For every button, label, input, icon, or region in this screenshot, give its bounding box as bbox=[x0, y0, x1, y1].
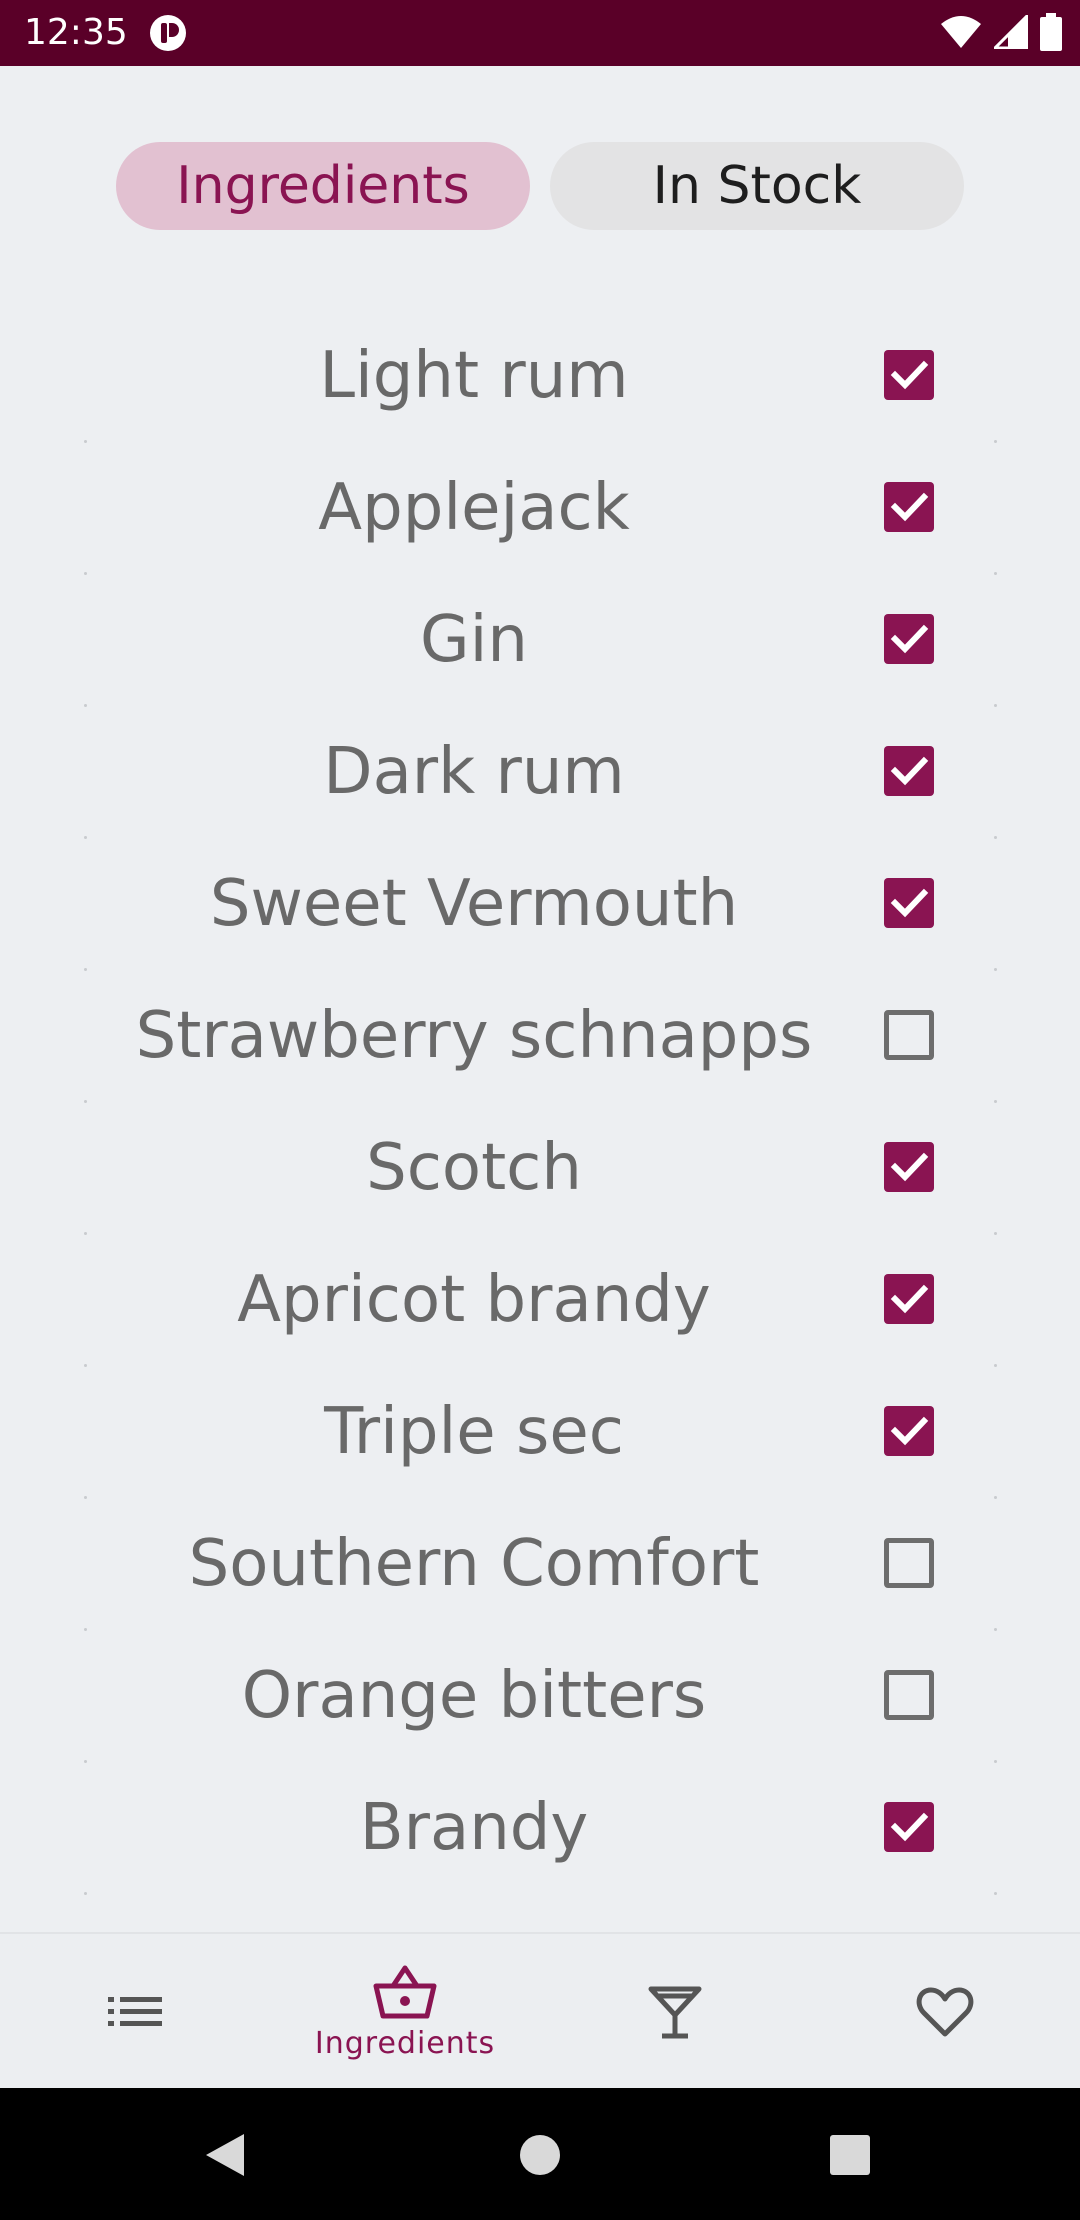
ingredient-checkbox[interactable] bbox=[884, 1142, 934, 1192]
back-icon[interactable] bbox=[204, 2132, 246, 2178]
bottom-navigation: Ingredients bbox=[0, 1932, 1080, 2090]
ingredient-name: Strawberry schnapps bbox=[135, 999, 813, 1073]
tab-ingredients[interactable]: Ingredients bbox=[116, 142, 530, 230]
ingredient-checkbox[interactable] bbox=[884, 350, 934, 400]
ingredient-name: Scotch bbox=[366, 1131, 582, 1205]
ingredient-name: Sweet Vermouth bbox=[209, 867, 739, 941]
divider-dot bbox=[994, 1892, 997, 1895]
ingredient-name: Applejack bbox=[318, 471, 630, 545]
ingredient-checkbox[interactable] bbox=[884, 1274, 934, 1324]
nav-label-ingredients: Ingredients bbox=[314, 2025, 496, 2061]
list-item[interactable]: Apricot brandy bbox=[84, 1234, 997, 1367]
ingredient-checkbox[interactable] bbox=[884, 1010, 934, 1060]
ingredient-name: Dark rum bbox=[323, 735, 625, 809]
status-time: 12:35 bbox=[24, 12, 128, 53]
ingredient-checkbox[interactable] bbox=[884, 1406, 934, 1456]
list-item[interactable]: Brandy bbox=[84, 1762, 997, 1895]
ingredient-checkbox[interactable] bbox=[884, 614, 934, 664]
wifi-icon bbox=[941, 16, 981, 48]
nav-item-list[interactable] bbox=[0, 1934, 270, 2090]
ingredient-checkbox[interactable] bbox=[884, 746, 934, 796]
ingredient-checkbox[interactable] bbox=[884, 1538, 934, 1588]
list-item[interactable]: Southern Comfort bbox=[84, 1498, 997, 1631]
ingredient-name: Gin bbox=[420, 603, 528, 677]
ingredient-checkbox[interactable] bbox=[884, 1670, 934, 1720]
basket-icon bbox=[373, 1965, 437, 2018]
ingredient-name: Light rum bbox=[319, 339, 629, 413]
status-icons bbox=[940, 13, 1062, 51]
ingredient-checkbox[interactable] bbox=[884, 878, 934, 928]
segmented-tabs: Ingredients In Stock bbox=[116, 142, 964, 230]
ingredient-name: Brandy bbox=[359, 1791, 589, 1865]
list-item[interactable]: Applejack bbox=[84, 442, 997, 575]
ingredient-checkbox[interactable] bbox=[884, 1802, 934, 1852]
list-item[interactable]: Gin bbox=[84, 574, 997, 707]
nav-item-favorites[interactable] bbox=[810, 1934, 1080, 2090]
nav-item-ingredients[interactable]: Ingredients bbox=[270, 1934, 540, 2090]
ingredient-checkbox[interactable] bbox=[884, 482, 934, 532]
list-item[interactable]: Dark rum bbox=[84, 706, 997, 839]
cellular-signal-icon bbox=[994, 15, 1028, 49]
nav-item-cocktails[interactable] bbox=[540, 1934, 810, 2090]
ingredient-name: Triple sec bbox=[324, 1395, 624, 1469]
system-navigation-bar bbox=[0, 2088, 1080, 2220]
ingredient-name: Southern Comfort bbox=[188, 1527, 760, 1601]
ingredient-name: Orange bitters bbox=[241, 1659, 707, 1733]
home-icon[interactable] bbox=[519, 2134, 561, 2176]
list-icon bbox=[108, 1997, 162, 2026]
ingredient-list: Light rum Applejack Gin Dark rum Sweet Vermo… bbox=[84, 310, 997, 1895]
battery-icon bbox=[1040, 13, 1062, 51]
divider-dot bbox=[84, 1892, 87, 1895]
ingredient-name: Apricot brandy bbox=[237, 1263, 711, 1337]
list-item[interactable]: Sweet Vermouth bbox=[84, 838, 997, 971]
recents-icon[interactable] bbox=[829, 2134, 871, 2176]
status-bar: 12:35 bbox=[0, 0, 1080, 66]
notification-icon bbox=[150, 15, 186, 51]
tab-in-stock[interactable]: In Stock bbox=[550, 142, 964, 230]
list-item[interactable]: Orange bitters bbox=[84, 1630, 997, 1763]
cocktail-glass-icon bbox=[648, 1986, 702, 2039]
list-item[interactable]: Triple sec bbox=[84, 1366, 997, 1499]
list-item[interactable]: Strawberry schnapps bbox=[84, 970, 997, 1103]
list-item[interactable]: Light rum bbox=[84, 310, 997, 443]
list-item[interactable]: Scotch bbox=[84, 1102, 997, 1235]
heart-icon bbox=[916, 1987, 974, 2037]
